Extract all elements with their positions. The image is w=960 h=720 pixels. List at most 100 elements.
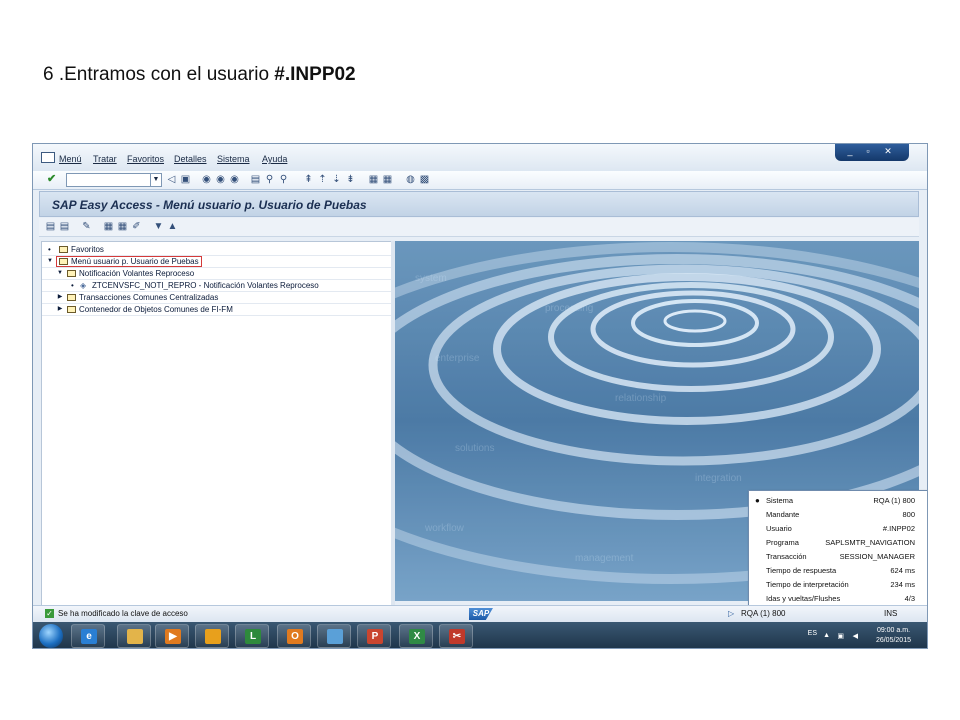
- status-expand-icon[interactable]: ▷: [728, 609, 734, 618]
- tree-item-label: ZTCENVSFC_NOTI_REPRO - Notificación Vola…: [92, 281, 319, 290]
- taskbar-lync[interactable]: L: [235, 624, 269, 648]
- system-indicator[interactable]: RQA (1) 800: [741, 609, 785, 618]
- taskbar-powerpoint[interactable]: P: [357, 624, 391, 648]
- next-page-icon[interactable]: ⇣: [331, 174, 342, 185]
- language-indicator[interactable]: ES: [808, 630, 817, 637]
- new-session-icon[interactable]: ▦: [368, 174, 379, 185]
- taskbar-excel[interactable]: X: [399, 624, 433, 648]
- media-player-icon: ▶: [165, 629, 181, 644]
- expanded-arrow-icon[interactable]: ▼: [56, 268, 64, 279]
- tree-item-label: Transacciones Comunes Centralizadas: [79, 293, 219, 302]
- print-icon[interactable]: ▤: [250, 174, 261, 185]
- exit-icon[interactable]: ◉: [215, 174, 226, 185]
- favorites-icon[interactable]: ✎: [81, 221, 92, 232]
- popup-row-flushes[interactable]: Idas y vueltas/Flushes 4/3: [749, 592, 927, 606]
- slide-caption: 6 .Entramos con el usuario #.INPP02: [43, 64, 356, 86]
- folder-icon: [67, 294, 76, 301]
- tree-item-transaction[interactable]: • ◈ ZTCENVSFC_NOTI_REPRO - Notificación …: [42, 280, 392, 292]
- bullet-icon: •: [71, 281, 74, 290]
- user-menu-icon[interactable]: ▤: [45, 221, 56, 232]
- network-icon[interactable]: ▣: [837, 632, 844, 640]
- folder-icon: [67, 306, 76, 313]
- tree-item-label: Contenedor de Objetos Comunes de FI-FM: [79, 305, 233, 314]
- folder-icon: [127, 629, 143, 644]
- show-hidden-icons-icon[interactable]: ▲: [823, 632, 830, 639]
- popup-key: Transacción: [766, 552, 807, 561]
- restore-icon[interactable]: ▫: [861, 146, 875, 157]
- taskbar-sap-logon[interactable]: [195, 624, 229, 648]
- popup-key: Mandante: [766, 510, 800, 519]
- tree-item-user-menu[interactable]: ▼ Menú usuario p. Usuario de Puebas: [42, 256, 392, 268]
- powerpoint-icon: P: [367, 629, 383, 644]
- back-arrow-icon[interactable]: ◁: [166, 174, 177, 185]
- taskbar-snipping-tool[interactable]: ✂: [439, 624, 473, 648]
- transaction-icon: ◈: [80, 281, 87, 290]
- popup-row-programa[interactable]: Programa SAPLSMTR_NAVIGATION: [749, 536, 927, 550]
- edit-favorite-icon[interactable]: ✐: [131, 221, 142, 232]
- input-mode: INS: [884, 609, 898, 618]
- close-icon[interactable]: ✕: [881, 146, 895, 157]
- expanded-arrow-icon[interactable]: ▼: [46, 256, 54, 267]
- folder-icon: [59, 246, 68, 253]
- menu-detalles[interactable]: Detalles: [174, 154, 207, 164]
- menu-tratar[interactable]: Tratar: [93, 154, 117, 164]
- command-field[interactable]: ▼: [66, 173, 162, 187]
- popup-row-usuario[interactable]: Usuario #.INPP02: [749, 522, 927, 536]
- first-page-icon[interactable]: ⇞: [303, 174, 314, 185]
- popup-row-respuesta[interactable]: Tiempo de respuesta 624 ms: [749, 564, 927, 578]
- popup-row-interpretacion[interactable]: Tiempo de interpretación 234 ms: [749, 578, 927, 592]
- find-icon[interactable]: ⚲: [264, 174, 275, 185]
- volume-icon[interactable]: ◀: [853, 632, 858, 640]
- tree-item-favoritos[interactable]: • Favoritos: [42, 244, 392, 256]
- taskbar-notepad[interactable]: [317, 624, 351, 648]
- clock[interactable]: 09:00 a.m. 26/05/2015: [876, 626, 911, 646]
- tree-item-notificacion[interactable]: ▼ Notificación Volantes Reproceso: [42, 268, 392, 280]
- popup-value: SAPLSMTR_NAVIGATION: [825, 538, 915, 547]
- popup-row-mandante[interactable]: Mandante 800: [749, 508, 927, 522]
- help-icon[interactable]: ◍: [405, 174, 416, 185]
- caption-user: #.INPP02: [274, 64, 356, 85]
- move-up-icon[interactable]: ▲: [167, 221, 178, 232]
- folder-open-icon: [59, 258, 68, 265]
- popup-key: Tiempo de respuesta: [766, 566, 837, 575]
- menu-favoritos[interactable]: Favoritos: [127, 154, 164, 164]
- popup-row-sistema[interactable]: ● Sistema RQA (1) 800: [749, 494, 927, 508]
- chevron-down-icon[interactable]: ▼: [150, 174, 161, 186]
- enter-icon[interactable]: ✔: [47, 174, 58, 185]
- menu-menu[interactable]: Menú: [59, 154, 82, 164]
- taskbar-outlook[interactable]: O: [277, 624, 311, 648]
- add-favorite-icon[interactable]: ▦: [103, 221, 114, 232]
- back-icon[interactable]: ◉: [201, 174, 212, 185]
- popup-key: Programa: [766, 538, 799, 547]
- shortcut-icon[interactable]: ▦: [382, 174, 393, 185]
- popup-row-transaccion[interactable]: Transacción SESSION_MANAGER: [749, 550, 927, 564]
- taskbar-file-explorer[interactable]: [117, 624, 151, 648]
- menu-ayuda[interactable]: Ayuda: [262, 154, 287, 164]
- windows-start-icon[interactable]: [39, 624, 63, 648]
- menu-sistema[interactable]: Sistema: [217, 154, 250, 164]
- sap-menu-icon[interactable]: ▤: [59, 221, 70, 232]
- tree-item-transacciones[interactable]: ▶ Transacciones Comunes Centralizadas: [42, 292, 392, 304]
- window-controls: _ ▫ ✕: [835, 144, 909, 161]
- collapsed-arrow-icon[interactable]: ▶: [56, 292, 64, 303]
- delete-favorite-icon[interactable]: ▦: [117, 221, 128, 232]
- taskbar-internet-explorer[interactable]: e: [71, 624, 105, 648]
- status-message[interactable]: Se ha modificado la clave de acceso: [58, 609, 188, 618]
- collapsed-arrow-icon[interactable]: ▶: [56, 304, 64, 315]
- move-down-icon[interactable]: ▼: [153, 221, 164, 232]
- taskbar-media-player[interactable]: ▶: [155, 624, 189, 648]
- tree-item-label: Menú usuario p. Usuario de Puebas: [71, 257, 199, 266]
- last-page-icon[interactable]: ⇟: [345, 174, 356, 185]
- layout-icon[interactable]: ▩: [419, 174, 430, 185]
- prev-page-icon[interactable]: ⇡: [317, 174, 328, 185]
- save-icon[interactable]: ▣: [180, 174, 191, 185]
- tree-item-contenedor[interactable]: ▶ Contenedor de Objetos Comunes de FI-FM: [42, 304, 392, 316]
- caption-prefix: 6 .Entramos con el usuario: [43, 64, 275, 85]
- popup-value: 800: [902, 510, 915, 519]
- find-next-icon[interactable]: ⚲: [278, 174, 289, 185]
- popup-value: SESSION_MANAGER: [839, 552, 915, 561]
- window-menu-icon[interactable]: [41, 152, 55, 163]
- popup-value: RQA (1) 800: [873, 496, 915, 505]
- cancel-icon[interactable]: ◉: [229, 174, 240, 185]
- minimize-icon[interactable]: _: [843, 146, 857, 157]
